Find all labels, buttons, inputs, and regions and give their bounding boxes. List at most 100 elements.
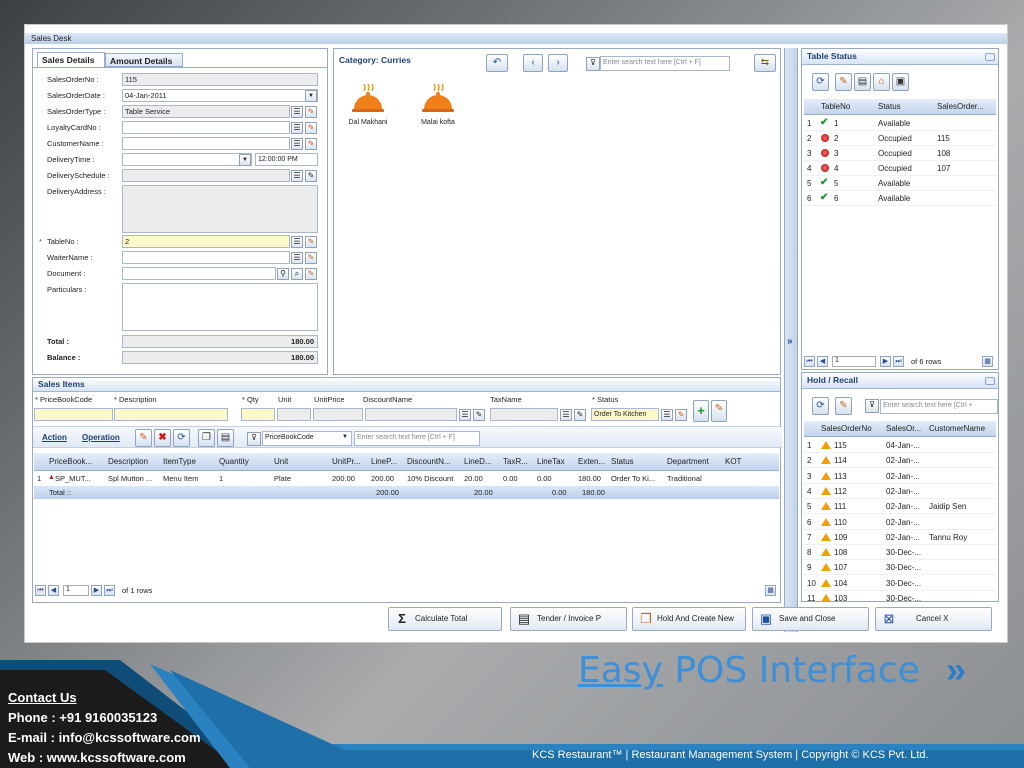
- refresh-icon[interactable]: ⟳: [173, 429, 190, 447]
- eraser-icon[interactable]: ✎: [305, 252, 317, 264]
- column-header[interactable]: Department: [667, 457, 709, 466]
- undo-icon[interactable]: ↶: [486, 54, 508, 72]
- first-page-icon[interactable]: ⏮: [35, 585, 46, 596]
- next-icon[interactable]: ›: [548, 54, 568, 72]
- eraser-icon[interactable]: ✎: [305, 268, 317, 280]
- table-row[interactable]: 5 ✔ 5 Available: [804, 176, 996, 191]
- hold-create-new-button[interactable]: ❐ Hold And Create New: [632, 607, 746, 631]
- sales-order-type-field[interactable]: Table Service: [122, 105, 290, 118]
- tender-invoice-button[interactable]: ▤ Tender / Invoice P: [510, 607, 627, 631]
- contact-web[interactable]: Web : www.kcssoftware.com: [8, 748, 201, 768]
- delete-icon[interactable]: ✖: [154, 429, 171, 447]
- eraser-icon[interactable]: ✎: [574, 409, 586, 421]
- unit-price-input[interactable]: [313, 408, 363, 421]
- hold-row[interactable]: 7 109 02-Jan-... Tannu Roy: [804, 530, 996, 545]
- column-header[interactable]: Description: [108, 457, 148, 466]
- refresh-icon[interactable]: ⟳: [812, 73, 829, 91]
- delivery-schedule-field[interactable]: [122, 169, 290, 182]
- chevron-down-icon[interactable]: ▼: [342, 434, 348, 440]
- table-row[interactable]: 1 ✔ 1 Available: [804, 116, 996, 131]
- previous-icon[interactable]: ‹: [523, 54, 543, 72]
- tab-amount-details[interactable]: Amount Details: [105, 53, 183, 67]
- column-header[interactable]: TaxR...: [503, 457, 528, 466]
- page-input[interactable]: 1: [63, 585, 89, 596]
- action-menu[interactable]: Action: [42, 433, 67, 442]
- first-page-icon[interactable]: ⏮: [804, 356, 815, 367]
- eraser-icon[interactable]: ✎: [305, 122, 317, 134]
- expand-icon[interactable]: »: [787, 336, 793, 347]
- delivery-date-field[interactable]: [122, 153, 252, 166]
- save-and-close-button[interactable]: ▣ Save and Close: [752, 607, 869, 631]
- items-search-input[interactable]: Enter search text here [Ctrl + F]: [354, 431, 480, 446]
- chevron-down-icon[interactable]: ▼: [239, 154, 251, 166]
- sales-order-date-field[interactable]: 04-Jan-2011: [122, 89, 318, 102]
- list-icon[interactable]: ☰: [291, 252, 303, 264]
- column-header[interactable]: ItemType: [163, 457, 196, 466]
- list-icon[interactable]: ☰: [459, 409, 471, 421]
- add-icon[interactable]: +: [693, 400, 709, 422]
- hold-row[interactable]: 8 108 30-Dec-...: [804, 545, 996, 561]
- minimize-icon[interactable]: [985, 53, 995, 61]
- heading-word-easy[interactable]: Easy: [578, 650, 663, 691]
- list-icon[interactable]: ☰: [560, 409, 572, 421]
- waiter-name-field[interactable]: [122, 251, 290, 264]
- next-page-icon[interactable]: ▶: [91, 585, 102, 596]
- menu-item-malai-kofta[interactable]: Malai kofta: [416, 81, 460, 136]
- category-search-input[interactable]: Enter search text here [Ctrl + F]: [600, 56, 730, 71]
- hold-row[interactable]: 11 103 30-Dec-...: [804, 591, 996, 601]
- discount-name-input[interactable]: [365, 408, 457, 421]
- eraser-icon[interactable]: ✎: [711, 400, 727, 422]
- last-page-icon[interactable]: ⏭: [893, 356, 904, 367]
- minimize-icon[interactable]: [985, 377, 995, 385]
- edit-icon[interactable]: ✎: [135, 429, 152, 447]
- status-input[interactable]: Order To Kitchen: [591, 408, 659, 421]
- table-row[interactable]: 3 3 Occupied 108: [804, 146, 996, 161]
- eraser-icon[interactable]: ✎: [473, 409, 485, 421]
- column-header[interactable]: DiscountN...: [407, 457, 451, 466]
- search-icon[interactable]: ⌕: [291, 268, 303, 280]
- eraser-icon[interactable]: ✎: [675, 409, 687, 421]
- menu-item-dal-makhani[interactable]: Dal Makhani: [346, 81, 390, 136]
- date-dropdown-icon[interactable]: ▼: [305, 90, 317, 102]
- last-page-icon[interactable]: ⏭: [104, 585, 115, 596]
- list-icon[interactable]: ☰: [291, 138, 303, 150]
- eraser-icon[interactable]: ✎: [305, 138, 317, 150]
- column-header[interactable]: Status: [611, 457, 634, 466]
- list-icon[interactable]: ☰: [291, 106, 303, 118]
- prev-page-icon[interactable]: ◀: [48, 585, 59, 596]
- loyalty-card-field[interactable]: [122, 121, 290, 134]
- hold-row[interactable]: 3 113 02-Jan-...: [804, 469, 996, 484]
- eraser-icon[interactable]: ✎: [305, 170, 317, 182]
- hold-row[interactable]: 5 111 02-Jan-... Jaidip Sen: [804, 499, 996, 515]
- table-no-field[interactable]: 2: [122, 235, 290, 248]
- column-header[interactable]: LineTax: [537, 457, 565, 466]
- column-header[interactable]: UnitPr...: [332, 457, 360, 466]
- copy-icon[interactable]: ❐: [198, 429, 215, 447]
- column-header[interactable]: Quantity: [219, 457, 249, 466]
- tax-name-input[interactable]: [490, 408, 558, 421]
- table-row[interactable]: 2 2 Occupied 115: [804, 131, 996, 146]
- delivery-time-field[interactable]: 12:00:00 PM: [255, 153, 318, 166]
- grid-settings-icon[interactable]: ▦: [765, 585, 776, 596]
- next-page-icon[interactable]: ▶: [880, 356, 891, 367]
- hold-search-input[interactable]: Enter search text here [Ctrl +: [880, 399, 998, 414]
- unit-input[interactable]: [277, 408, 311, 421]
- column-header[interactable]: SalesOr...: [886, 424, 921, 433]
- column-header[interactable]: SalesOrder...: [937, 102, 984, 111]
- edit-icon[interactable]: ✎: [835, 73, 852, 91]
- column-header[interactable]: Unit: [274, 457, 288, 466]
- hold-row[interactable]: 10 104 30-Dec-...: [804, 576, 996, 591]
- hold-row[interactable]: 6 110 02-Jan-...: [804, 515, 996, 530]
- column-header[interactable]: KOT: [725, 457, 741, 466]
- hold-row[interactable]: 9 107 30-Dec-...: [804, 560, 996, 576]
- calculate-total-button[interactable]: Σ Calculate Total: [388, 607, 502, 631]
- delivery-address-field[interactable]: [122, 185, 318, 233]
- collapse-splitter[interactable]: »: [784, 48, 798, 632]
- home-icon[interactable]: ⌂: [873, 73, 890, 91]
- table-row[interactable]: 6 ✔ 6 Available: [804, 191, 996, 206]
- filter-icon[interactable]: ⊽: [586, 57, 600, 71]
- tab-sales-details[interactable]: Sales Details: [37, 52, 105, 67]
- contact-email[interactable]: E-mail : info@kcssoftware.com: [8, 728, 201, 748]
- column-header[interactable]: LineP...: [371, 457, 397, 466]
- table-row[interactable]: 4 4 Occupied 107: [804, 161, 996, 176]
